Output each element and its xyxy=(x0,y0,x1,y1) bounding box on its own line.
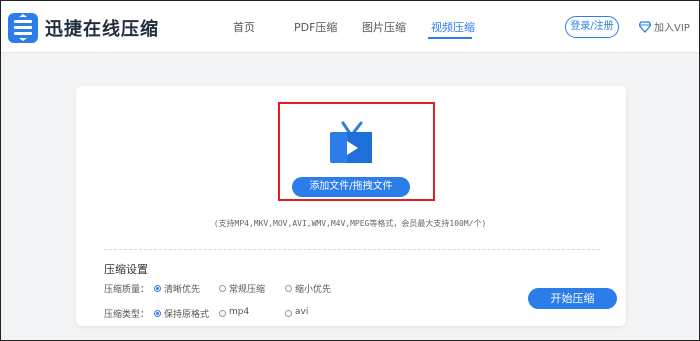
quality-radio-normal[interactable] xyxy=(219,285,226,292)
join-vip-link[interactable]: 加入VIP xyxy=(654,19,690,34)
logo-icon[interactable] xyxy=(8,13,38,43)
quality-option-clear[interactable]: 清晰优先 xyxy=(164,282,200,295)
tv-play-icon[interactable] xyxy=(327,118,375,166)
nav-active-indicator xyxy=(428,37,472,39)
add-file-button[interactable]: 添加文件/拖拽文件 xyxy=(292,177,410,197)
quality-option-normal[interactable]: 常规压缩 xyxy=(229,282,265,295)
nav-image-compress[interactable]: 图片压缩 xyxy=(362,19,406,35)
section-divider xyxy=(104,249,600,250)
quality-radio-clear[interactable] xyxy=(154,285,161,292)
type-option-original[interactable]: 保持原格式 xyxy=(164,307,209,320)
quality-label: 压缩质量： xyxy=(104,285,150,295)
quality-radio-small[interactable] xyxy=(285,285,292,292)
type-option-mp4[interactable]: mp4 xyxy=(229,307,249,317)
nav-pdf-compress[interactable]: PDF压缩 xyxy=(294,19,337,35)
nav-video-compress[interactable]: 视频压缩 xyxy=(431,19,475,35)
type-label: 压缩类型： xyxy=(104,310,150,320)
nav-home[interactable]: 首页 xyxy=(233,19,255,35)
type-radio-mp4[interactable] xyxy=(219,310,226,317)
settings-title: 压缩设置 xyxy=(104,263,148,276)
start-compress-button[interactable]: 开始压缩 xyxy=(528,288,617,309)
type-option-avi[interactable]: avi xyxy=(295,307,308,317)
type-radio-avi[interactable] xyxy=(285,310,292,317)
format-support-note: (支持MP4,MKV,MOV,AVI,WMV,M4V,MPEG等格式，会员最大支… xyxy=(213,219,487,228)
login-register-button[interactable]: 登录/注册 xyxy=(565,16,619,38)
quality-option-small[interactable]: 缩小优先 xyxy=(295,282,331,295)
diamond-icon[interactable] xyxy=(639,21,651,33)
brand-name[interactable]: 迅捷在线压缩 xyxy=(45,15,159,41)
type-radio-original[interactable] xyxy=(154,310,161,317)
